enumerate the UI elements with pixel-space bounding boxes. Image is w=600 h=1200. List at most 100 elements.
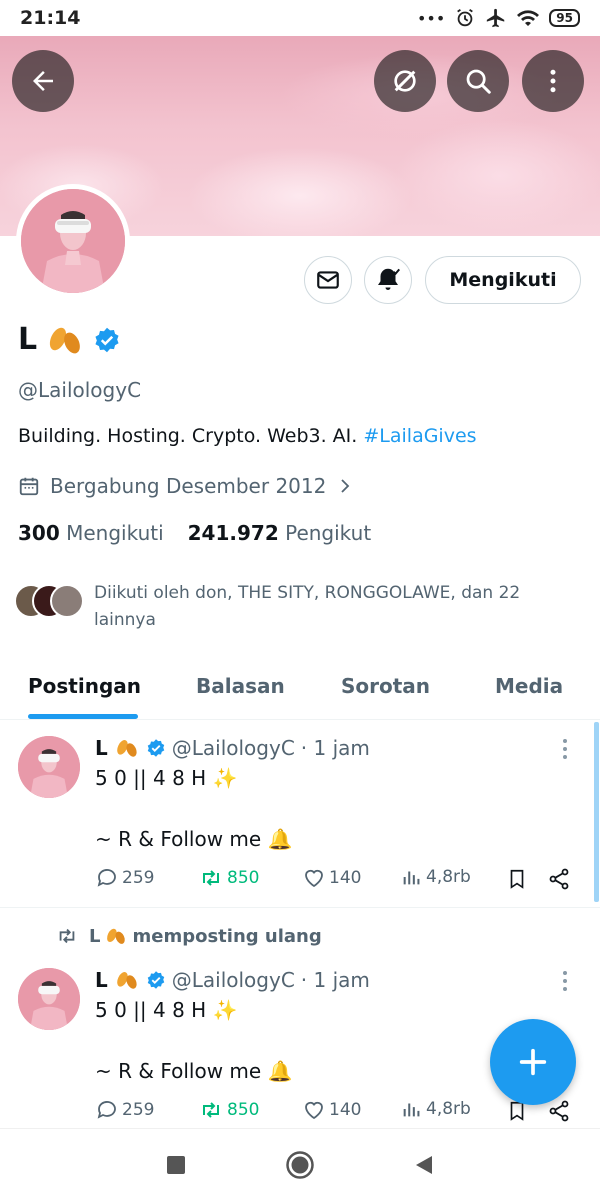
home-circle-icon [286, 1151, 314, 1179]
followers-label: Pengikut [285, 521, 372, 545]
back-arrow-icon [33, 71, 53, 91]
share-icon[interactable] [547, 1099, 571, 1123]
post-avatar[interactable] [18, 736, 80, 798]
profile-tabs: Postingan Balasan Sorotan Media [0, 660, 600, 720]
bio-text: Building. Hosting. Crypto. Web3. AI. [18, 425, 358, 447]
battery-indicator: 95 [549, 9, 580, 27]
post-author-handle: @LailologyC [171, 736, 295, 760]
leaf-emoji-icon [50, 327, 80, 353]
chevron-right-icon [341, 479, 350, 493]
views-icon [403, 1103, 420, 1117]
bookmark-icon[interactable] [506, 867, 528, 891]
wifi-icon [517, 10, 540, 26]
verified-badge-icon [147, 739, 164, 757]
status-time: 21:14 [20, 7, 81, 29]
post-header: L @LailologyC · 1 jam [95, 736, 370, 760]
reposter-name: L [89, 925, 101, 947]
like-button[interactable]: 140 [302, 866, 361, 890]
post-author-name[interactable]: L [95, 736, 108, 760]
post-text-line: ~ R & Follow me 🔔 [95, 1059, 293, 1083]
like-count: 140 [329, 868, 362, 888]
post-avatar[interactable] [18, 968, 80, 1030]
repost-context-text: L memposting ulang [89, 926, 322, 947]
post-text-line: ~ R & Follow me 🔔 [95, 827, 293, 851]
tab-media[interactable]: Media [495, 674, 563, 698]
following-button[interactable]: Mengikuti [425, 256, 581, 304]
views-button[interactable]: 4,8rb [401, 866, 471, 888]
reply-button[interactable]: 259 [95, 866, 154, 890]
message-icon [317, 271, 339, 289]
compose-post-button[interactable] [490, 1019, 576, 1105]
active-tab-indicator [28, 714, 138, 719]
follow-counts: 300 Mengikuti 241.972 Pengikut [18, 521, 371, 545]
search-icon [466, 69, 491, 94]
more-vertical-icon[interactable] [560, 970, 570, 992]
following-count: 300 [18, 521, 60, 545]
views-icon [403, 871, 420, 885]
post-timestamp: · 1 jam [300, 968, 370, 992]
like-icon [305, 869, 323, 888]
repost-label: memposting ulang [132, 925, 322, 947]
recents-square-icon [167, 1156, 185, 1174]
followers-count-link[interactable]: 241.972 Pengikut [188, 521, 372, 545]
joined-date-row[interactable]: Bergabung Desember 2012 [18, 474, 354, 498]
profile-bio: Building. Hosting. Crypto. Web3. AI. #La… [18, 425, 477, 447]
bio-hashtag-link[interactable]: #LailaGives [363, 425, 476, 447]
tab-highlights[interactable]: Sorotan [341, 674, 430, 698]
post-text-line: 5 0 || 4 8 H ✨ [95, 998, 238, 1022]
profile-handle: @LailologyC [18, 378, 142, 402]
like-count: 140 [329, 1100, 362, 1120]
tab-replies[interactable]: Balasan [196, 674, 285, 698]
repost-icon [59, 928, 75, 944]
more-vertical-icon[interactable] [560, 738, 570, 760]
post-author-handle: @LailologyC [171, 968, 295, 992]
notification-button[interactable] [364, 256, 412, 304]
post-actions: 259 850 140 4,8rb [95, 1098, 580, 1128]
post-author-name[interactable]: L [95, 968, 108, 992]
follower-avatar [50, 584, 84, 618]
more-vertical-icon [550, 69, 556, 93]
calendar-icon [19, 477, 39, 496]
repost-count: 850 [227, 1100, 260, 1120]
following-count-link[interactable]: 300 Mengikuti [18, 521, 164, 545]
repost-button[interactable]: 850 [198, 866, 259, 890]
profile-avatar[interactable] [16, 184, 130, 298]
joined-date: Bergabung Desember 2012 [50, 474, 327, 498]
leaf-emoji-icon [116, 740, 137, 757]
post-item[interactable]: L @LailologyC · 1 jam 5 0 || 4 8 H ✨ ~ R… [0, 720, 600, 907]
more-options-button[interactable] [522, 50, 584, 112]
grok-button[interactable] [374, 50, 436, 112]
reply-count: 259 [122, 1100, 155, 1120]
reply-icon [97, 869, 116, 887]
repost-context[interactable]: L memposting ulang [55, 925, 322, 947]
avatar-image [21, 189, 125, 293]
reply-button[interactable]: 259 [95, 1098, 154, 1122]
following-label: Mengikuti [66, 521, 164, 545]
leaf-emoji-icon [116, 972, 137, 989]
system-back-button[interactable] [408, 1149, 440, 1181]
message-button[interactable] [304, 256, 352, 304]
search-button[interactable] [447, 50, 509, 112]
tab-posts[interactable]: Postingan [28, 674, 141, 698]
share-icon[interactable] [547, 867, 571, 891]
repost-icon [203, 1102, 219, 1118]
grok-icon [394, 70, 416, 92]
home-button[interactable] [284, 1149, 316, 1181]
leaf-emoji-icon [107, 928, 126, 944]
views-button[interactable]: 4,8rb [401, 1098, 471, 1120]
reply-count: 259 [122, 868, 155, 888]
followed-by-row[interactable]: Diikuti oleh don, THE SITY, RONGGOLAWE, … [14, 580, 584, 634]
repost-count: 850 [227, 868, 260, 888]
status-icons: ••• 95 [417, 7, 580, 29]
back-button[interactable] [12, 50, 74, 112]
status-bar: 21:14 ••• 95 [0, 0, 600, 36]
plus-icon [519, 1048, 547, 1076]
post-text-line: 5 0 || 4 8 H ✨ [95, 766, 238, 790]
like-icon [305, 1101, 323, 1120]
more-notifications-icon: ••• [416, 8, 446, 28]
back-triangle-icon [416, 1156, 432, 1174]
view-count: 4,8rb [426, 867, 471, 887]
recents-button[interactable] [160, 1149, 192, 1181]
repost-button[interactable]: 850 [198, 1098, 259, 1122]
like-button[interactable]: 140 [302, 1098, 361, 1122]
